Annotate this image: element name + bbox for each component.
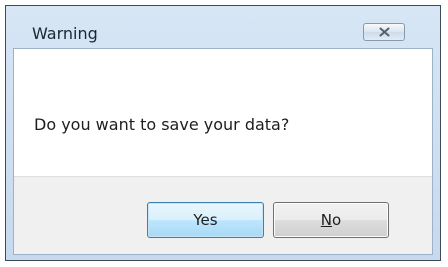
close-icon — [379, 27, 390, 37]
button-area: Yes No — [14, 176, 432, 254]
no-button-mnemonic: N — [320, 211, 333, 229]
no-button[interactable]: No — [273, 202, 389, 238]
no-button-label: o — [332, 211, 342, 229]
dialog-content: Do you want to save your data? Yes No — [13, 48, 433, 255]
yes-button[interactable]: Yes — [147, 202, 264, 238]
warning-dialog: Warning Do you want to save your data? Y… — [5, 5, 441, 261]
message-text: Do you want to save your data? — [34, 115, 290, 134]
yes-button-label: Yes — [193, 211, 218, 229]
title-bar[interactable]: Warning — [6, 6, 440, 43]
window-title: Warning — [32, 24, 98, 43]
close-button[interactable] — [363, 23, 405, 41]
